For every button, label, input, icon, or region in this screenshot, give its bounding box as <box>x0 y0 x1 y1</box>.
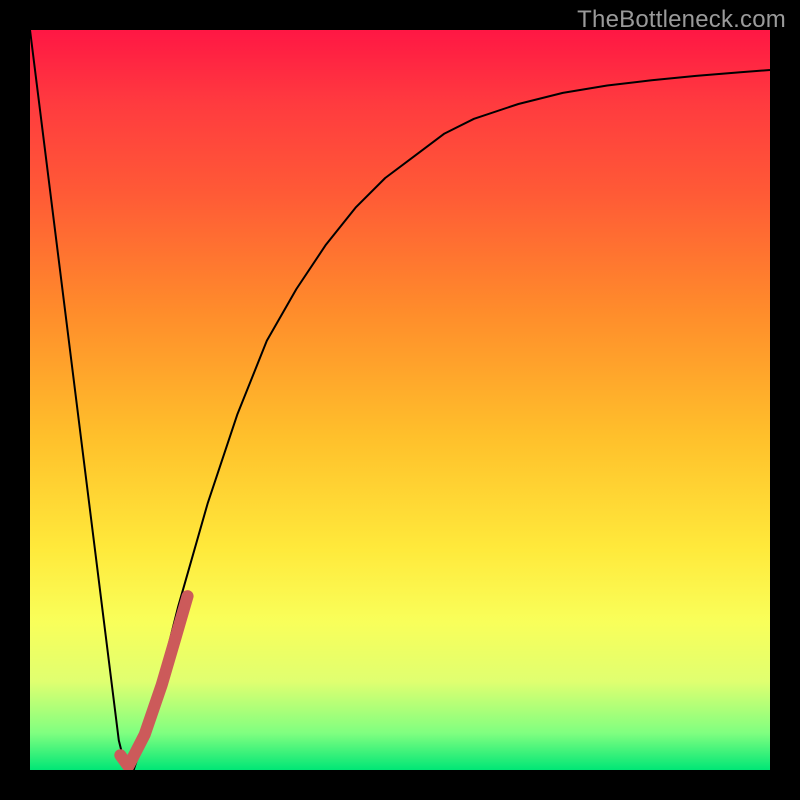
plot-area <box>30 30 770 770</box>
chart-svg <box>30 30 770 770</box>
red-elbow <box>120 596 187 766</box>
chart-canvas: TheBottleneck.com <box>0 0 800 800</box>
black-curve <box>30 30 770 770</box>
